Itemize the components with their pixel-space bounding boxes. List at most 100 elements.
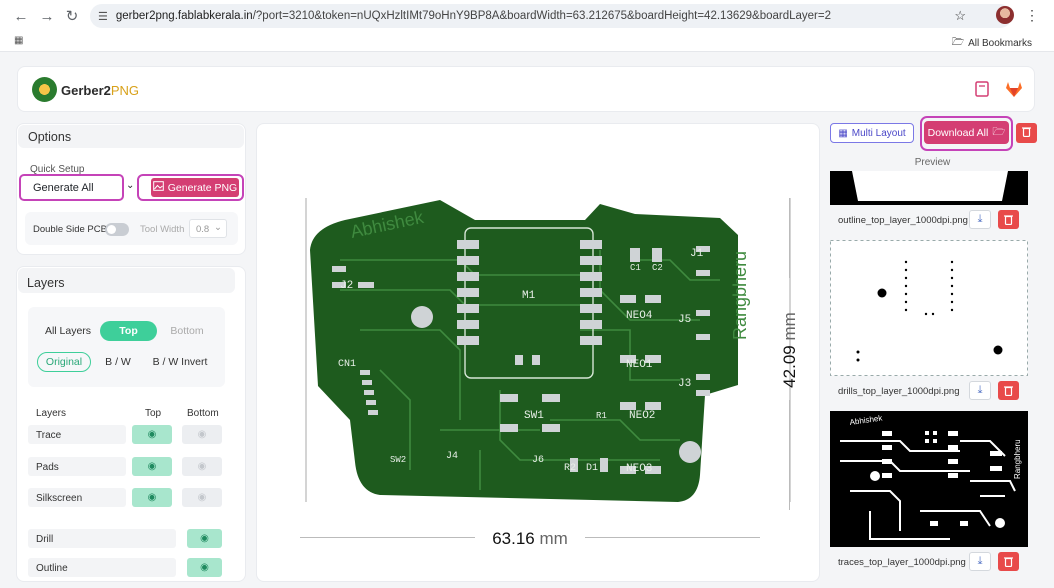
reload-icon[interactable]: ↻ — [61, 5, 83, 27]
layer-name-pads: Pads — [36, 462, 59, 473]
ref-j2: J2 — [340, 280, 353, 292]
profile-avatar[interactable] — [996, 6, 1014, 24]
ref-neo3: NEO3 — [626, 463, 652, 475]
tab-bw-label: B / W — [105, 356, 131, 368]
tab-original-label: Original — [45, 356, 83, 368]
browser-toolbar: ← → ↻ ☰ gerber2png.fablabkerala.in/?port… — [0, 0, 1054, 32]
preview-label: Preview — [914, 157, 951, 168]
chevron-down-icon: ⌄ — [214, 222, 222, 233]
silkscreen-top-eye-icon[interactable]: ◉ — [132, 488, 172, 507]
ref-cn1: CN1 — [338, 359, 356, 370]
ref-neo2: NEO2 — [629, 410, 655, 422]
ref-j3: J3 — [678, 378, 691, 390]
ref-d1: D1 — [586, 463, 598, 474]
site-settings-icon[interactable]: ☰ — [98, 10, 108, 23]
column-layers-header: Layers — [36, 408, 67, 419]
ref-m1: M1 — [522, 290, 536, 302]
chevron-down-icon[interactable]: ⌄ — [126, 180, 134, 191]
multi-layout-button[interactable]: ▦ Multi Layout — [830, 123, 914, 143]
back-arrow-icon[interactable]: ← — [10, 5, 32, 27]
all-bookmarks-button[interactable]: 🗁 All Bookmarks — [952, 35, 1032, 52]
layer-name-drill: Drill — [36, 534, 54, 545]
image-icon — [152, 181, 164, 194]
multi-layout-label: Multi Layout — [851, 127, 906, 139]
ref-sw1: SW1 — [524, 410, 544, 422]
traces-preview-image: Abhishek Rangbheru — [830, 411, 1028, 547]
url-host: gerber2png.fablabkerala.in — [115, 10, 253, 22]
trace-bottom-eye-icon[interactable]: ◉ — [182, 425, 222, 444]
drills-preview-image — [830, 240, 1028, 376]
address-bar[interactable]: ☰ gerber2png.fablabkerala.in/?port=3210&… — [90, 4, 1012, 28]
outline-preview-image — [830, 171, 1028, 205]
tab-original[interactable]: Original — [37, 352, 91, 372]
browser-menu-icon[interactable]: ⋮ — [1025, 7, 1039, 24]
download-outline-icon[interactable]: ⤓ — [969, 210, 991, 229]
bookmarks-bar: ▦ 🗁 All Bookmarks — [0, 32, 1054, 52]
folder-download-icon: 🗁 — [992, 125, 1006, 138]
outline-eye-icon[interactable]: ◉ — [187, 558, 222, 577]
pads-top-eye-icon[interactable]: ◉ — [132, 457, 172, 476]
download-all-label: Download All — [927, 126, 989, 139]
tool-width-label: Tool Width — [140, 224, 185, 235]
file-name-drills: drills_top_layer_1000dpi.png — [838, 386, 960, 397]
quick-setup-select[interactable]: Generate All — [19, 174, 124, 201]
trace-top-eye-icon[interactable]: ◉ — [132, 425, 172, 444]
delete-drills-icon[interactable] — [998, 381, 1019, 400]
ref-j5: J5 — [678, 314, 691, 326]
layer-name-trace: Trace — [36, 430, 62, 441]
tab-bw-invert[interactable]: B / W Invert — [147, 352, 213, 372]
column-top-header: Top — [145, 408, 162, 419]
width-dim-line-left — [300, 537, 475, 538]
gitlab-icon[interactable] — [1005, 80, 1023, 98]
ref-j4: J4 — [446, 451, 458, 462]
docs-icon[interactable] — [973, 80, 991, 98]
delete-outline-icon[interactable] — [998, 210, 1019, 229]
ref-c1: C1 — [630, 263, 641, 273]
ref-neo4: NEO4 — [626, 310, 653, 322]
tab-all-layers[interactable]: All Layers — [40, 321, 96, 341]
bookmark-star-icon[interactable]: ☆ — [954, 8, 966, 24]
quick-setup-value: Generate All — [33, 182, 94, 194]
grid-icon: ▦ — [838, 127, 848, 139]
tab-bw-invert-label: B / W Invert — [152, 356, 208, 368]
tab-bw[interactable]: B / W — [99, 352, 137, 372]
file-name-traces: traces_top_layer_1000dpi.png — [838, 557, 966, 568]
tab-top[interactable]: Top — [100, 321, 157, 341]
url-path: /?port=3210&token=nUQxHzltIMt79oHnY9BP8A… — [252, 10, 831, 22]
file-name-outline: outline_top_layer_1000dpi.png — [838, 215, 968, 226]
tool-width-select[interactable]: 0.8 ⌄ — [189, 219, 227, 238]
forward-arrow-icon[interactable]: → — [36, 5, 58, 27]
download-traces-icon[interactable]: ⤓ — [969, 552, 991, 571]
silk-text-right: Rangbheru — [730, 251, 750, 340]
delete-traces-icon[interactable] — [998, 552, 1019, 571]
ref-r2: R2 — [564, 463, 576, 474]
logo-accent-text: PNG — [110, 83, 140, 98]
pads-bottom-eye-icon[interactable]: ◉ — [182, 457, 222, 476]
drill-eye-icon[interactable]: ◉ — [187, 529, 222, 548]
layers-title: Layers — [27, 276, 65, 290]
generate-png-button[interactable]: Generate PNG — [151, 178, 239, 197]
delete-all-button[interactable] — [1016, 123, 1037, 143]
options-title: Options — [28, 130, 72, 144]
tab-bottom[interactable]: Bottom — [162, 321, 212, 341]
app-logo[interactable]: Gerber2PNG — [61, 83, 139, 98]
download-drills-icon[interactable]: ⤓ — [969, 381, 991, 400]
height-dim-line-top — [789, 198, 790, 278]
url-text: gerber2png.fablabkerala.in/?port=3210&to… — [116, 10, 831, 22]
width-value: 63.16 — [492, 529, 535, 548]
folder-icon: 🗁 — [951, 37, 965, 48]
height-dim-line-bottom — [789, 400, 790, 510]
pcb-board — [310, 200, 738, 502]
double-side-toggle[interactable] — [105, 223, 129, 236]
column-bottom-header: Bottom — [187, 408, 219, 419]
width-dim-line-right — [585, 537, 760, 538]
all-bookmarks-label: All Bookmarks — [968, 38, 1032, 49]
apps-grid-icon[interactable]: ▦ — [14, 35, 23, 46]
tool-width-value: 0.8 — [196, 224, 210, 235]
silkscreen-bottom-eye-icon[interactable]: ◉ — [182, 488, 222, 507]
ref-j6: J6 — [532, 455, 544, 466]
mount-hole — [411, 306, 433, 328]
ref-r1: R1 — [596, 411, 607, 421]
download-all-button[interactable]: Download All 🗁 — [924, 121, 1009, 144]
tab-bottom-label: Bottom — [170, 325, 204, 337]
